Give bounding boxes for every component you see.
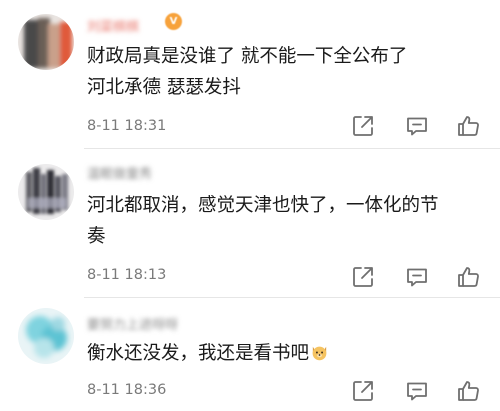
username[interactable]: 要努力上进呀呀 bbox=[87, 314, 178, 333]
comment-icon bbox=[407, 268, 427, 287]
like-button[interactable] bbox=[456, 264, 482, 290]
avatar[interactable] bbox=[18, 164, 74, 220]
share-button[interactable] bbox=[350, 378, 376, 404]
vip-badge-icon: V bbox=[165, 13, 182, 30]
share-icon bbox=[353, 116, 373, 136]
comment-content: 河北都取消，感觉天津也快了，一体化的节 奏 bbox=[87, 190, 474, 252]
comment-item: 刘菜棋棋 V 财政局真是没谁了 就不能一下全公布了 河北承德 瑟瑟发抖 8-11… bbox=[0, 0, 500, 148]
comment-content: 衡水还没发，我还是看书吧 bbox=[87, 338, 474, 369]
comment-line: 河北都取消，感觉天津也快了，一体化的节 bbox=[87, 195, 439, 216]
thumbs-up-icon bbox=[458, 381, 479, 401]
comment-item: 要努力上进呀呀 衡水还没发，我还是看书吧 8-11 18:36 bbox=[0, 298, 500, 411]
comment-line: 奏 bbox=[87, 226, 106, 247]
avatar[interactable] bbox=[18, 14, 74, 70]
reply-button[interactable] bbox=[404, 378, 430, 404]
comment-icon bbox=[407, 382, 427, 401]
comment-text: 衡水还没发，我还是看书吧 bbox=[87, 343, 310, 364]
reply-button[interactable] bbox=[404, 113, 430, 139]
username[interactable]: 刘菜棋棋 bbox=[87, 16, 139, 35]
comment-line: 财政局真是没谁了 就不能一下全公布了 bbox=[87, 46, 408, 67]
thumbs-up-icon bbox=[458, 267, 479, 287]
share-icon bbox=[353, 267, 373, 287]
share-button[interactable] bbox=[350, 113, 376, 139]
username[interactable]: 温眠做童秀 bbox=[87, 163, 152, 182]
reply-button[interactable] bbox=[404, 264, 430, 290]
dog-face-emoji-icon bbox=[312, 346, 327, 361]
comment-content: 财政局真是没谁了 就不能一下全公布了 河北承德 瑟瑟发抖 bbox=[87, 41, 474, 103]
thumbs-up-icon bbox=[458, 116, 479, 136]
comment-item: 温眠做童秀 河北都取消，感觉天津也快了，一体化的节 奏 8-11 18:13 bbox=[0, 149, 500, 297]
timestamp: 8-11 18:31 bbox=[87, 118, 167, 134]
avatar[interactable] bbox=[18, 308, 74, 364]
like-button[interactable] bbox=[456, 378, 482, 404]
comment-line: 河北承德 瑟瑟发抖 bbox=[87, 77, 241, 98]
comment-list: 刘菜棋棋 V 财政局真是没谁了 就不能一下全公布了 河北承德 瑟瑟发抖 8-11… bbox=[0, 0, 500, 411]
timestamp: 8-11 18:36 bbox=[87, 382, 167, 398]
share-icon bbox=[353, 381, 373, 401]
comment-line: 衡水还没发，我还是看书吧 bbox=[87, 338, 474, 369]
like-button[interactable] bbox=[456, 113, 482, 139]
timestamp: 8-11 18:13 bbox=[87, 267, 167, 283]
comment-icon bbox=[407, 117, 427, 136]
share-button[interactable] bbox=[350, 264, 376, 290]
